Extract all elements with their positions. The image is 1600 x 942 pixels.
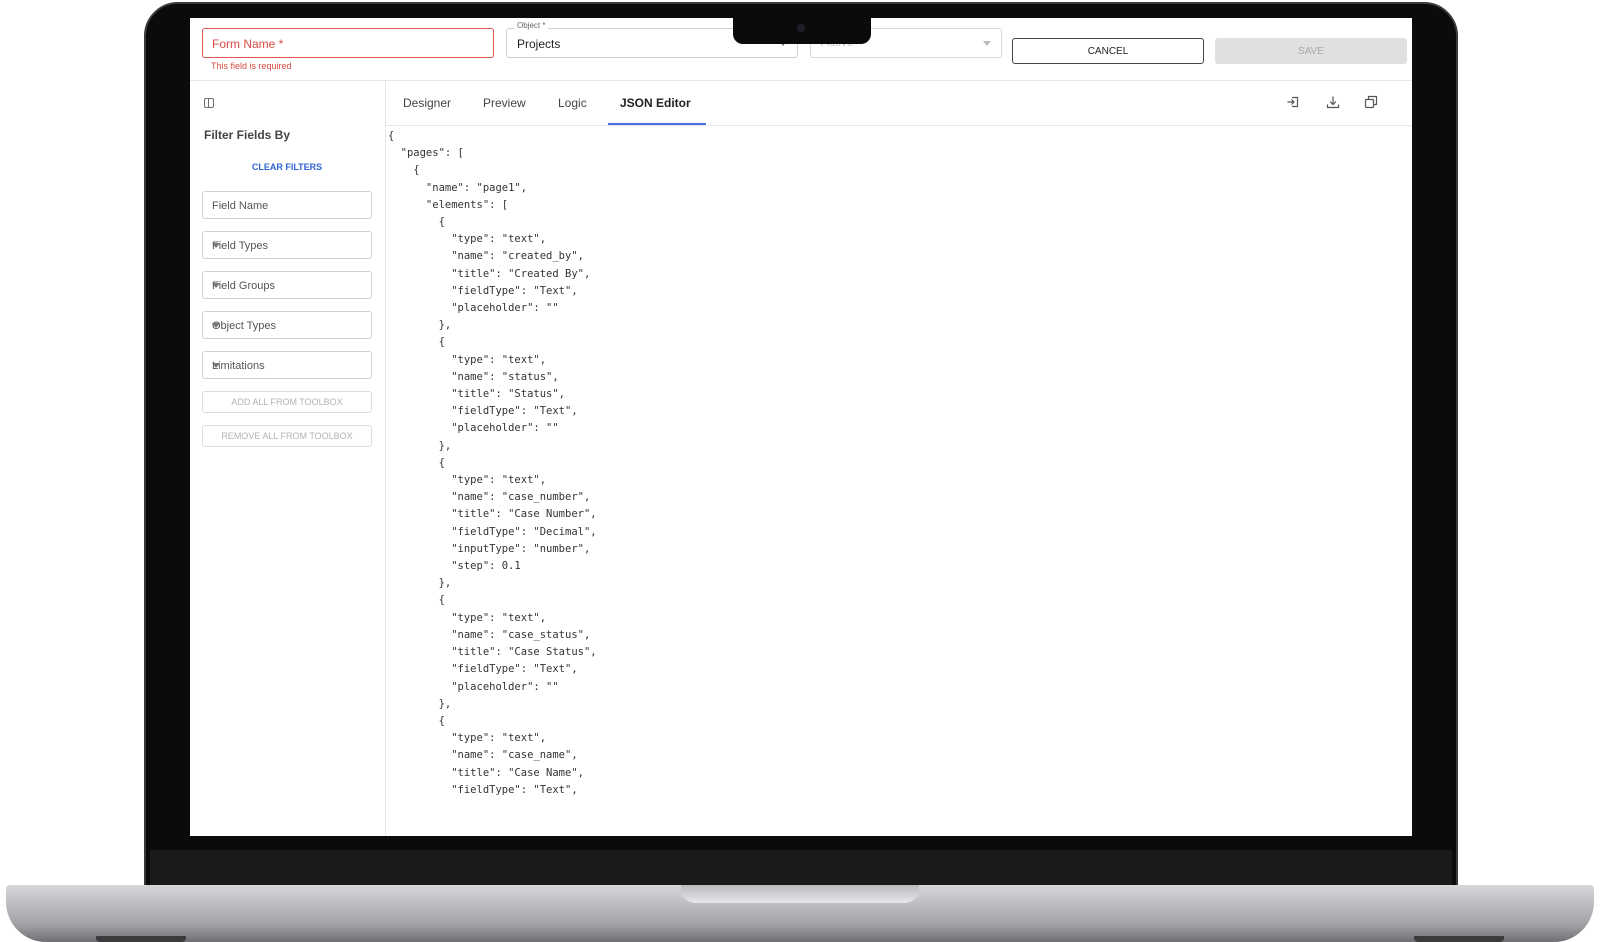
save-button[interactable]: SAVE xyxy=(1215,38,1407,64)
object-select-label: Object * xyxy=(514,21,549,30)
tab-designer[interactable]: Designer xyxy=(403,96,451,110)
camera-icon xyxy=(797,24,805,32)
import-icon[interactable] xyxy=(1286,95,1300,109)
field-types-select[interactable]: Field Types xyxy=(202,231,372,259)
active-tab-indicator xyxy=(608,123,706,125)
json-editor-content[interactable]: { "pages": [ { "name": "page1", "element… xyxy=(388,128,1408,799)
laptop-opening-notch xyxy=(681,885,919,903)
chevron-down-icon xyxy=(983,41,991,46)
filter-sidebar: Filter Fields By CLEAR FILTERS Field Nam… xyxy=(190,80,386,836)
clear-filters-button[interactable]: CLEAR FILTERS xyxy=(204,162,370,172)
editor-tabs: Designer Preview Logic JSON Editor xyxy=(386,80,1412,126)
tab-json-editor[interactable]: JSON Editor xyxy=(620,96,691,110)
tab-preview[interactable]: Preview xyxy=(483,96,526,110)
form-name-label: Form Name * xyxy=(212,37,284,51)
json-editor[interactable]: { "pages": [ { "name": "page1", "element… xyxy=(388,128,1408,834)
form-name-error: This field is required xyxy=(211,61,292,71)
filter-title: Filter Fields By xyxy=(204,128,291,142)
camera-notch xyxy=(733,18,871,44)
sidebar-toggle-icon[interactable] xyxy=(204,98,214,108)
object-types-label: Object Types xyxy=(212,320,276,332)
remove-all-from-toolbox-button[interactable]: REMOVE ALL FROM TOOLBOX xyxy=(202,425,372,447)
laptop-foot-right xyxy=(1414,936,1504,942)
chevron-down-icon xyxy=(212,323,220,328)
cancel-button[interactable]: CANCEL xyxy=(1012,38,1204,64)
field-name-placeholder: Field Name xyxy=(212,200,269,212)
add-all-from-toolbox-button[interactable]: ADD ALL FROM TOOLBOX xyxy=(202,391,372,413)
download-icon[interactable] xyxy=(1326,95,1340,109)
chevron-down-icon xyxy=(212,243,220,248)
copy-icon[interactable] xyxy=(1364,95,1378,109)
field-groups-select[interactable]: Field Groups xyxy=(202,271,372,299)
field-name-input[interactable]: Field Name xyxy=(202,191,372,219)
form-name-input[interactable]: Form Name * xyxy=(202,28,494,58)
field-types-label: Field Types xyxy=(212,240,269,252)
object-types-select[interactable]: Object Types xyxy=(202,311,372,339)
chevron-down-icon xyxy=(212,283,220,288)
tab-logic[interactable]: Logic xyxy=(558,96,587,110)
chevron-down-icon xyxy=(212,363,220,368)
field-groups-label: Field Groups xyxy=(212,280,275,292)
laptop-bezel xyxy=(150,850,1452,887)
app-screen: Form Name * This field is required Proje… xyxy=(190,18,1412,836)
limitations-select[interactable]: Limitations xyxy=(202,351,372,379)
object-select-value: Projects xyxy=(517,37,561,51)
laptop-foot-left xyxy=(96,936,186,942)
